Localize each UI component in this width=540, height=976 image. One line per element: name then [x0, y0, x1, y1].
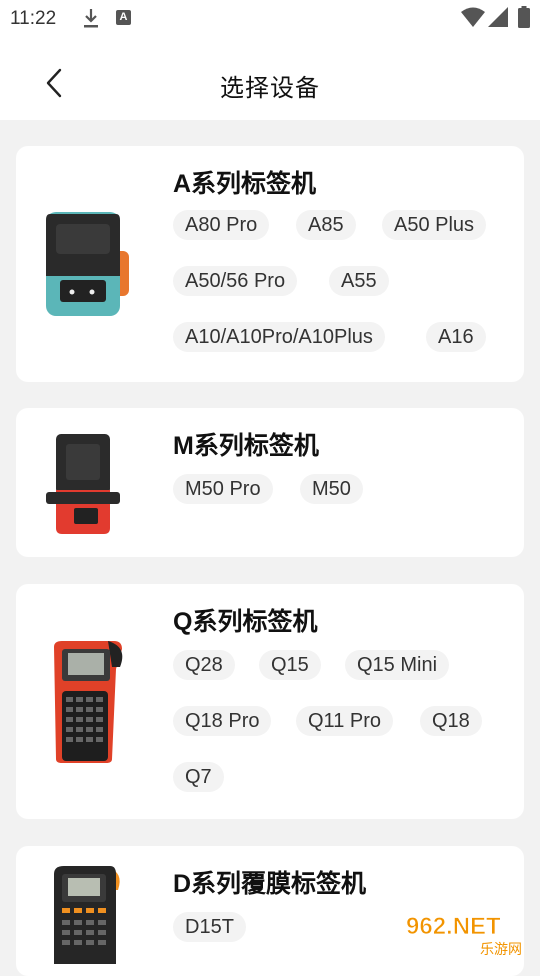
model-tag[interactable]: A50 Plus	[382, 210, 487, 240]
watermark-logo: 962.NET 乐游网	[406, 913, 522, 958]
watermark-subtext: 乐游网	[480, 942, 522, 958]
model-tag[interactable]: Q15	[259, 650, 321, 680]
status-time: 11:22	[10, 8, 57, 29]
model-tag[interactable]: A80 Pro	[173, 210, 270, 240]
model-tag[interactable]: M50 Pro	[173, 474, 273, 504]
watermark-text: 962.NET	[406, 913, 501, 940]
model-tag[interactable]: D15T	[173, 912, 246, 942]
wifi-icon	[461, 7, 485, 27]
model-tag[interactable]: Q7	[173, 762, 224, 792]
model-tag[interactable]: Q15 Mini	[345, 650, 450, 680]
header: 选择设备	[0, 38, 540, 120]
model-tag[interactable]: Q28	[173, 650, 235, 680]
model-tag[interactable]: Q11 Pro	[296, 706, 393, 736]
download-icon	[84, 9, 98, 28]
battery-icon	[518, 6, 530, 28]
series-card-a[interactable]: A系列标签机 A80 Pro A85 A50 Plus A50/56 Pro A…	[16, 146, 524, 382]
model-tag[interactable]: A16	[426, 322, 486, 352]
q-series-printer-image	[54, 641, 123, 763]
model-tag[interactable]: A10/A10Pro/A10Plus	[173, 322, 385, 352]
model-tag[interactable]: Q18	[420, 706, 482, 736]
a-series-printer-image	[46, 212, 129, 316]
model-tag[interactable]: A50/56 Pro	[173, 266, 298, 296]
status-bar: 11:22 A	[0, 0, 540, 38]
a-notification-icon: A	[116, 10, 131, 25]
series-card-m[interactable]: M系列标签机 M50 Pro M50	[16, 408, 524, 557]
page-title: 选择设备	[220, 75, 320, 102]
model-tag[interactable]: A85	[296, 210, 356, 240]
model-tag[interactable]: Q18 Pro	[173, 706, 272, 736]
model-tag[interactable]: A55	[329, 266, 389, 296]
series-card-q[interactable]: Q系列标签机 Q28 Q15 Q15 Mini Q18 Pro Q11 Pro …	[16, 584, 524, 819]
signal-icon	[488, 7, 508, 27]
model-tag-list: A80 Pro A85 A50 Plus A50/56 Pro A55 A10/…	[173, 210, 513, 360]
series-title: D系列覆膜标签机	[173, 870, 367, 898]
d-series-printer-image	[54, 866, 120, 964]
series-title: M系列标签机	[173, 432, 319, 460]
series-title: Q系列标签机	[173, 608, 318, 636]
m-series-printer-image	[46, 434, 120, 534]
model-tag-list: M50 Pro M50	[173, 474, 513, 514]
series-title: A系列标签机	[173, 170, 317, 198]
model-tag-list: Q28 Q15 Q15 Mini Q18 Pro Q11 Pro Q18 Q7	[173, 650, 513, 800]
model-tag[interactable]: M50	[300, 474, 363, 504]
